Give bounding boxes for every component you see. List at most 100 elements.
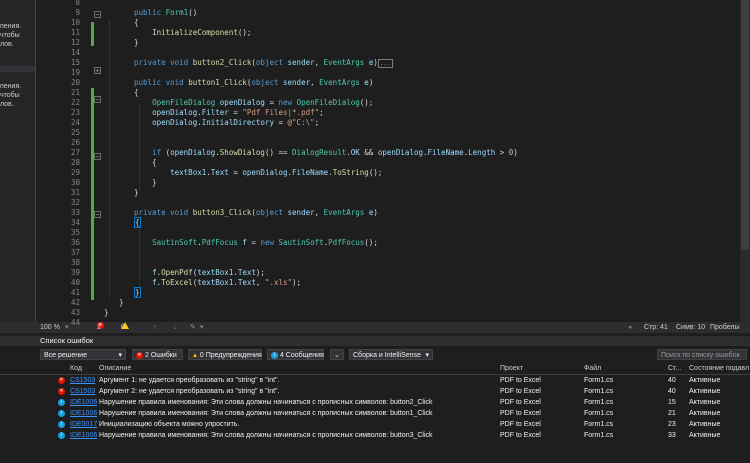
code-line[interactable]: f.OpenPdf(textBox1.Text); — [134, 268, 265, 278]
column-header-file[interactable]: Файл — [584, 364, 601, 374]
error-list-row[interactable]: i IDE1006 Нарушение правила именования: Эт… — [0, 408, 750, 419]
build-filter-dropdown[interactable]: Сборка и IntelliSense ▾ — [349, 349, 433, 360]
code-line[interactable]: } — [134, 287, 141, 298]
scrollbar-thumb[interactable] — [741, 0, 749, 250]
code-token: FileName — [427, 148, 464, 157]
code-token: { — [134, 158, 157, 167]
code-line[interactable]: } — [104, 308, 109, 318]
code-line[interactable]: } — [119, 298, 124, 308]
code-line[interactable]: public Form1() — [134, 8, 197, 18]
code-line[interactable]: InitializeComponent(); — [134, 28, 251, 38]
code-token: (); — [368, 168, 383, 177]
error-list-search-input[interactable]: Поиск по списку ошибок — [657, 349, 747, 360]
code-line[interactable]: } — [134, 188, 139, 198]
line-number: 27 — [70, 148, 80, 157]
code-token: OpenFileDialog — [296, 98, 360, 107]
column-header-project[interactable]: Проект — [500, 364, 523, 374]
line-number: 15 — [70, 58, 80, 67]
line-number: 32 — [70, 198, 80, 207]
left-panel-divider — [0, 66, 35, 72]
code-token: private void — [134, 58, 193, 67]
error-code-link[interactable]: CS1503 — [70, 375, 97, 386]
code-token: openDialog — [152, 108, 198, 117]
fold-toggle-icon[interactable]: + — [94, 67, 101, 75]
error-code-link[interactable]: IDE1006 — [70, 397, 97, 408]
code-line[interactable]: { — [134, 18, 139, 28]
column-header-suppression-state[interactable]: Состояние подавл... — [689, 364, 749, 374]
code-line[interactable]: f.ToExcel(textBox1.Text, ".xls"); — [134, 278, 301, 288]
code-token: new — [260, 238, 279, 247]
code-token: object — [251, 78, 284, 87]
brush-icon[interactable]: ✎ — [190, 322, 196, 333]
code-line[interactable]: private void button3_Click(object sender… — [134, 208, 378, 218]
code-token: , — [255, 278, 265, 287]
line-number: 21 — [70, 88, 80, 97]
error-suppression-state: Активные — [689, 421, 721, 428]
filter-icon[interactable]: ⌄ — [330, 349, 344, 360]
cursor-column: Симв: 10 — [676, 324, 706, 331]
error-list-row[interactable]: i IDE0017 Инициализацию объекта можно упро… — [0, 419, 750, 430]
column-header-description[interactable]: Описание — [99, 364, 131, 374]
code-line[interactable]: { — [134, 88, 139, 98]
up-arrow-icon[interactable]: ↑ — [153, 322, 157, 333]
scope-dropdown[interactable]: Все решение ▾ — [40, 349, 126, 360]
code-token: { — [134, 18, 139, 27]
line-number: 33 — [70, 208, 80, 217]
code-token: ); — [292, 278, 302, 287]
error-code-link[interactable]: IDE1006 — [70, 408, 97, 419]
messages-filter-button[interactable]: i 4 Сообщения — [267, 349, 324, 360]
code-token: button3_Click — [192, 208, 252, 217]
collapsed-block-indicator[interactable]: ... — [377, 59, 393, 68]
code-line[interactable]: } — [134, 178, 157, 188]
fold-toggle-icon[interactable]: − — [94, 153, 101, 161]
warnings-filter-button[interactable]: ▲ 0 Предупреждения — [188, 349, 262, 360]
error-file: Form1.cs — [584, 432, 614, 439]
error-code-link[interactable]: IDE1006 — [70, 430, 97, 441]
left-panel-text-1: пения. чтобы лов. — [0, 23, 22, 48]
code-line[interactable]: openDialog.Filter = "Pdf Files|*.pdf"; — [134, 108, 324, 118]
code-line[interactable]: SautinSoft.PdfFocus f = new SautinSoft.P… — [134, 238, 378, 248]
error-list-row[interactable]: ✕ CS1503 Аргумент 2: не удается преобразов… — [0, 386, 750, 397]
code-line[interactable]: if (openDialog.ShowDialog() == DialogRes… — [134, 148, 518, 158]
line-number: 23 — [70, 108, 80, 117]
errors-filter-button[interactable]: ✕ 2 Ошибки — [132, 349, 183, 360]
down-arrow-icon[interactable]: ↓ — [173, 322, 177, 333]
code-line[interactable]: OpenFileDialog openDialog = new OpenFile… — [134, 98, 373, 108]
column-header-line[interactable]: Ст... — [668, 364, 682, 374]
fold-toggle-icon[interactable]: − — [94, 211, 101, 219]
code-line[interactable]: { — [134, 217, 141, 228]
code-token: OpenPdf — [161, 268, 193, 277]
code-line[interactable]: } — [134, 38, 139, 48]
code-line[interactable]: textBox1.Text = openDialog.FileName.ToSt… — [134, 168, 382, 178]
column-header-code[interactable]: Код — [70, 364, 82, 374]
indent-mode[interactable]: Пробелы — [710, 322, 740, 333]
code-line[interactable]: openDialog.InitialDirectory = @"C:\"; — [134, 118, 319, 128]
scroll-left-icon[interactable]: ◂ — [628, 322, 632, 333]
code-token: ) — [513, 148, 518, 157]
code-line[interactable]: public void button1_Click(object sender,… — [134, 78, 373, 88]
error-code-link[interactable]: CS1503 — [70, 386, 97, 397]
code-token: Text — [237, 278, 256, 287]
editor-vertical-scrollbar[interactable] — [740, 0, 750, 322]
fold-toggle-icon[interactable]: − — [94, 11, 101, 19]
code-token: EventArgs — [323, 58, 369, 67]
error-code-link[interactable]: IDE0017 — [70, 419, 97, 430]
code-token: sender — [287, 58, 315, 67]
error-list-row[interactable]: i IDE1006 Нарушение правила именования: Эт… — [0, 430, 750, 441]
code-token: Text — [237, 268, 256, 277]
code-token: && — [359, 148, 378, 157]
error-list-row[interactable]: ✕ CS1503 Аргумент 1: не удается преобразов… — [0, 375, 750, 386]
code-line[interactable]: { — [134, 158, 157, 168]
brush-dropdown-icon[interactable]: ▾ — [200, 322, 204, 333]
error-list-row[interactable]: i IDE1006 Нарушение правила именования: Эт… — [0, 397, 750, 408]
line-number: 44 — [70, 318, 80, 327]
line-number: 14 — [70, 48, 80, 57]
code-token: textBox1 — [197, 268, 234, 277]
code-line[interactable]: private void button2_Click(object sender… — [134, 58, 393, 68]
fold-toggle-icon[interactable]: − — [94, 96, 101, 104]
code-token: = — [228, 108, 243, 117]
